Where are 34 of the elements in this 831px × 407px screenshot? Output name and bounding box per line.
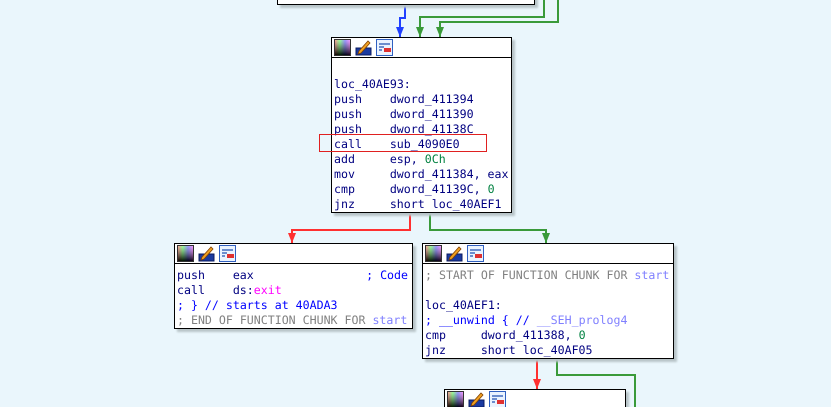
code-line: ; END OF FUNCTION CHUNK FOR start [177, 314, 408, 326]
palette-icon[interactable] [177, 245, 194, 262]
code-block[interactable]: loc_40AE93: push dword_411394 push dword_411390 push dword_41138C call sub_4090E0 add esp, 0Ch mov dword_411384, eax cmp dword_41139C, 0 jnz short loc_40AEF1 [331, 37, 512, 213]
code-line: loc_40AEF1: [425, 298, 502, 310]
code-line: cmp dword_41139C, 0 [334, 182, 495, 194]
code-line: jnz short loc_40AF05 [425, 344, 593, 356]
code-line: add esp, 0Ch [334, 152, 446, 164]
code-line: ; __unwind { // __SEH_prolog4 [425, 314, 628, 326]
pencil-icon[interactable] [446, 245, 463, 262]
code-block[interactable]: push eax ; Code call ds:exit ; } // starts at 40ADA3 ; END OF FUNCTION CHUNK FOR start [174, 243, 413, 329]
code-block[interactable]: ; START OF FUNCTION CHUNK FOR start loc_40AEF1: ; __unwind { // __SEH_prolog4 cmp dword_411388, 0 jnz short loc_40AF05 [422, 243, 674, 359]
flowchart-icon[interactable] [219, 245, 236, 262]
flowchart-icon[interactable] [489, 391, 506, 407]
pencil-icon[interactable] [198, 245, 215, 262]
code-line: jnz short loc_40AEF1 [334, 198, 502, 210]
code-comment: ; Code [366, 268, 408, 280]
code-line: call sub_4090E0 [334, 138, 460, 150]
pencil-icon[interactable] [355, 39, 372, 56]
code-line: push eax [177, 268, 254, 280]
code-line: push dword_41138C [334, 122, 474, 134]
code-line: cmp dword_411388, 0 [425, 328, 586, 340]
palette-icon[interactable] [447, 391, 464, 407]
palette-icon[interactable] [334, 39, 351, 56]
flowchart-icon[interactable] [376, 39, 393, 56]
code-line: push dword_411394 [334, 92, 474, 104]
code-line: push dword_411390 [334, 108, 474, 120]
code-line: ; } // starts at 40ADA3 [177, 298, 338, 310]
code-line: ; START OF FUNCTION CHUNK FOR start [425, 268, 670, 280]
code-line: call ds:exit [177, 284, 282, 296]
palette-icon[interactable] [425, 245, 442, 262]
flowchart-icon[interactable] [467, 245, 484, 262]
code-line: mov dword_411384, eax [334, 168, 508, 180]
pencil-icon[interactable] [468, 391, 485, 407]
code-line: loc_40AE93: [334, 78, 411, 90]
